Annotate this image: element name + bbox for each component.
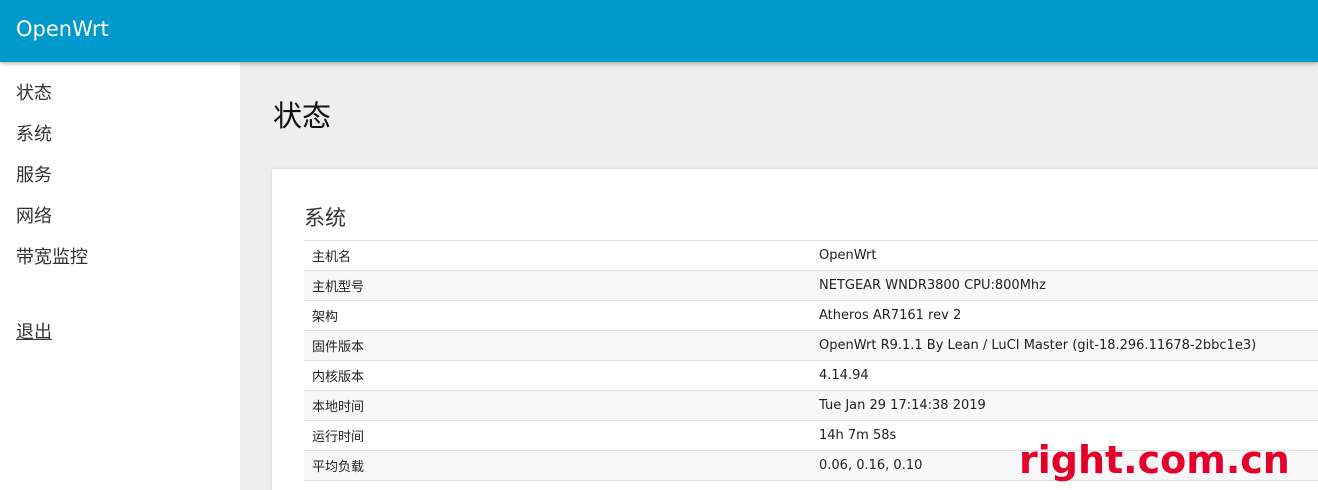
watermark-logo: right.com.cn bbox=[1019, 438, 1290, 482]
row-key-kernel: 内核版本 bbox=[304, 360, 811, 391]
sidebar-item-bandwidth-monitor[interactable]: 带宽监控 bbox=[16, 243, 88, 269]
row-value-model: NETGEAR WNDR3800 CPU:800Mhz bbox=[811, 270, 1318, 301]
main-content: 状态 系统 主机名 OpenWrt 主机型号 NETGEAR WNDR3800 … bbox=[240, 62, 1318, 490]
row-value-firmware: OpenWrt R9.1.1 By Lean / LuCI Master (gi… bbox=[811, 330, 1318, 361]
row-key-load-average: 平均负载 bbox=[304, 450, 811, 481]
row-value-kernel: 4.14.94 bbox=[811, 360, 1318, 391]
sidebar-item-status[interactable]: 状态 bbox=[16, 79, 52, 105]
section-title: 系统 bbox=[304, 206, 346, 230]
row-value-local-time: Tue Jan 29 17:14:38 2019 bbox=[811, 390, 1318, 421]
row-key-hostname: 主机名 bbox=[304, 240, 811, 271]
sidebar: 状态 系统 服务 网络 带宽监控 退出 bbox=[0, 62, 240, 490]
logout-link[interactable]: 退出 bbox=[16, 318, 52, 344]
table-row: 架构 Atheros AR7161 rev 2 bbox=[304, 300, 1318, 331]
sidebar-item-network[interactable]: 网络 bbox=[16, 202, 52, 228]
table-row: 本地时间 Tue Jan 29 17:14:38 2019 bbox=[304, 390, 1318, 421]
row-key-architecture: 架构 bbox=[304, 300, 811, 331]
top-header: OpenWrt bbox=[0, 0, 1318, 62]
row-key-local-time: 本地时间 bbox=[304, 390, 811, 421]
row-key-model: 主机型号 bbox=[304, 270, 811, 301]
table-row: 固件版本 OpenWrt R9.1.1 By Lean / LuCI Maste… bbox=[304, 330, 1318, 361]
row-value-architecture: Atheros AR7161 rev 2 bbox=[811, 300, 1318, 331]
sidebar-item-system[interactable]: 系统 bbox=[16, 120, 52, 146]
page-title: 状态 bbox=[273, 99, 332, 133]
row-value-hostname: OpenWrt bbox=[811, 240, 1318, 271]
row-key-firmware: 固件版本 bbox=[304, 330, 811, 361]
table-row: 主机型号 NETGEAR WNDR3800 CPU:800Mhz bbox=[304, 270, 1318, 301]
row-key-uptime: 运行时间 bbox=[304, 420, 811, 451]
sidebar-item-services[interactable]: 服务 bbox=[16, 161, 52, 187]
table-row: 内核版本 4.14.94 bbox=[304, 360, 1318, 391]
brand-link[interactable]: OpenWrt bbox=[16, 17, 109, 41]
table-row: 主机名 OpenWrt bbox=[304, 240, 1318, 271]
